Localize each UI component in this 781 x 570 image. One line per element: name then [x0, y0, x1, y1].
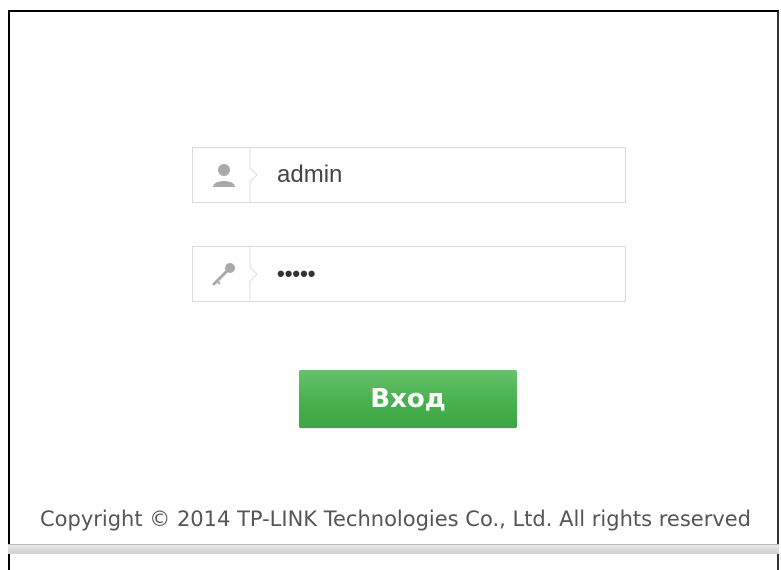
- field-separator: [249, 247, 258, 301]
- username-field[interactable]: admin: [192, 147, 626, 203]
- password-field[interactable]: •••••: [192, 246, 626, 302]
- key-icon: [193, 247, 255, 301]
- user-icon: [193, 148, 255, 202]
- field-separator: [249, 148, 258, 202]
- copyright-text: Copyright © 2014 TP-LINK Technologies Co…: [39, 507, 752, 531]
- login-button[interactable]: Вход: [299, 370, 517, 428]
- login-page: admin ••••• Вход: [8, 10, 779, 570]
- username-value: admin: [277, 161, 343, 188]
- password-value: •••••: [277, 261, 316, 286]
